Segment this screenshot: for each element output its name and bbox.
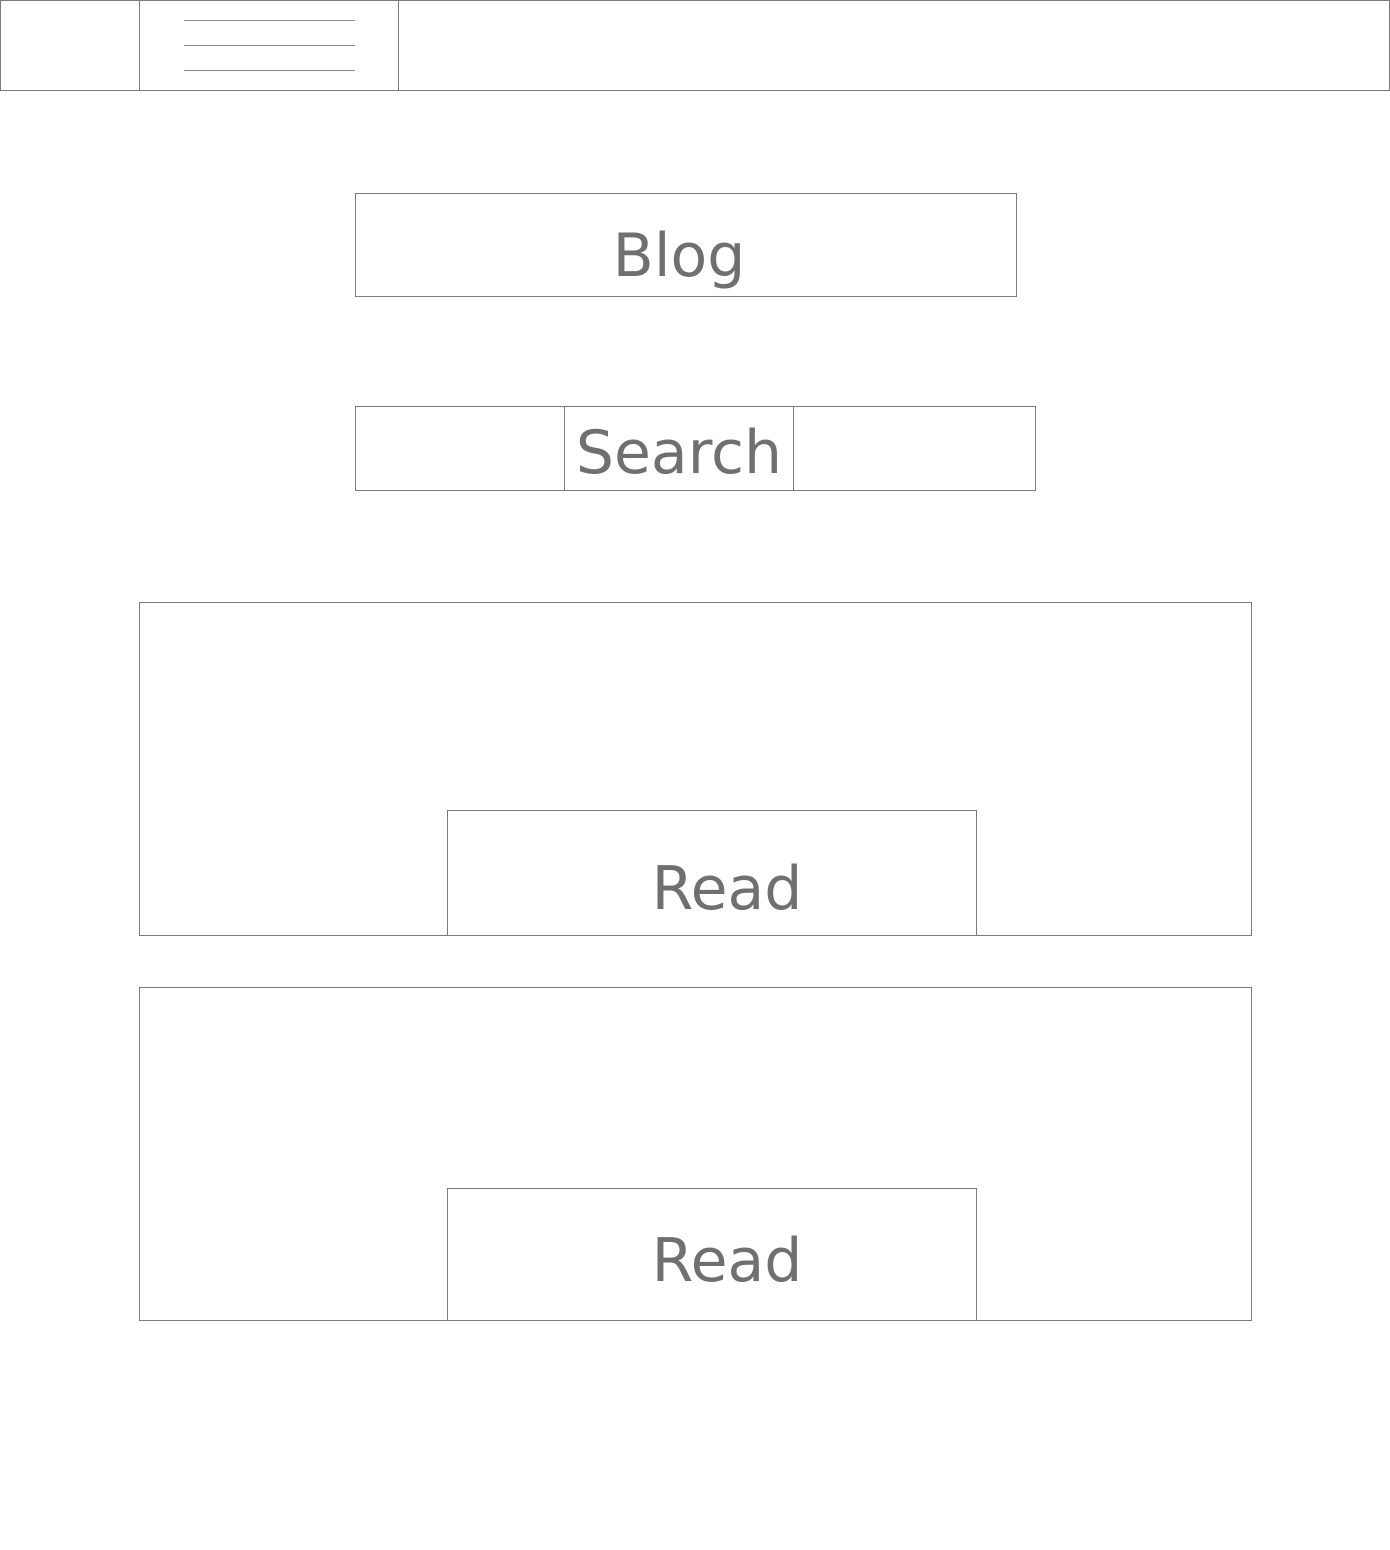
- page-title-box: Blog: [355, 193, 1017, 297]
- search-input-right[interactable]: [793, 406, 1036, 491]
- menu-line-bottom: [184, 70, 355, 71]
- hamburger-menu-button[interactable]: [139, 0, 399, 91]
- search-input-left[interactable]: [355, 406, 565, 491]
- menu-line-middle: [184, 45, 355, 46]
- read-button[interactable]: Read: [447, 810, 977, 936]
- search-button-label: Search: [575, 418, 783, 488]
- page-title: Blog: [612, 221, 746, 291]
- read-button-label-wrapper: Read: [448, 859, 976, 919]
- page-title-wrapper: Blog: [356, 226, 1016, 286]
- header-bar: [398, 0, 1390, 91]
- read-button-label: Read: [651, 1226, 803, 1296]
- search-button[interactable]: Search: [564, 406, 794, 491]
- read-button-label-wrapper: Read: [448, 1231, 976, 1291]
- header-logo-area: [0, 0, 140, 91]
- menu-line-top: [184, 20, 355, 21]
- read-button-label: Read: [651, 854, 803, 924]
- read-button[interactable]: Read: [447, 1188, 977, 1321]
